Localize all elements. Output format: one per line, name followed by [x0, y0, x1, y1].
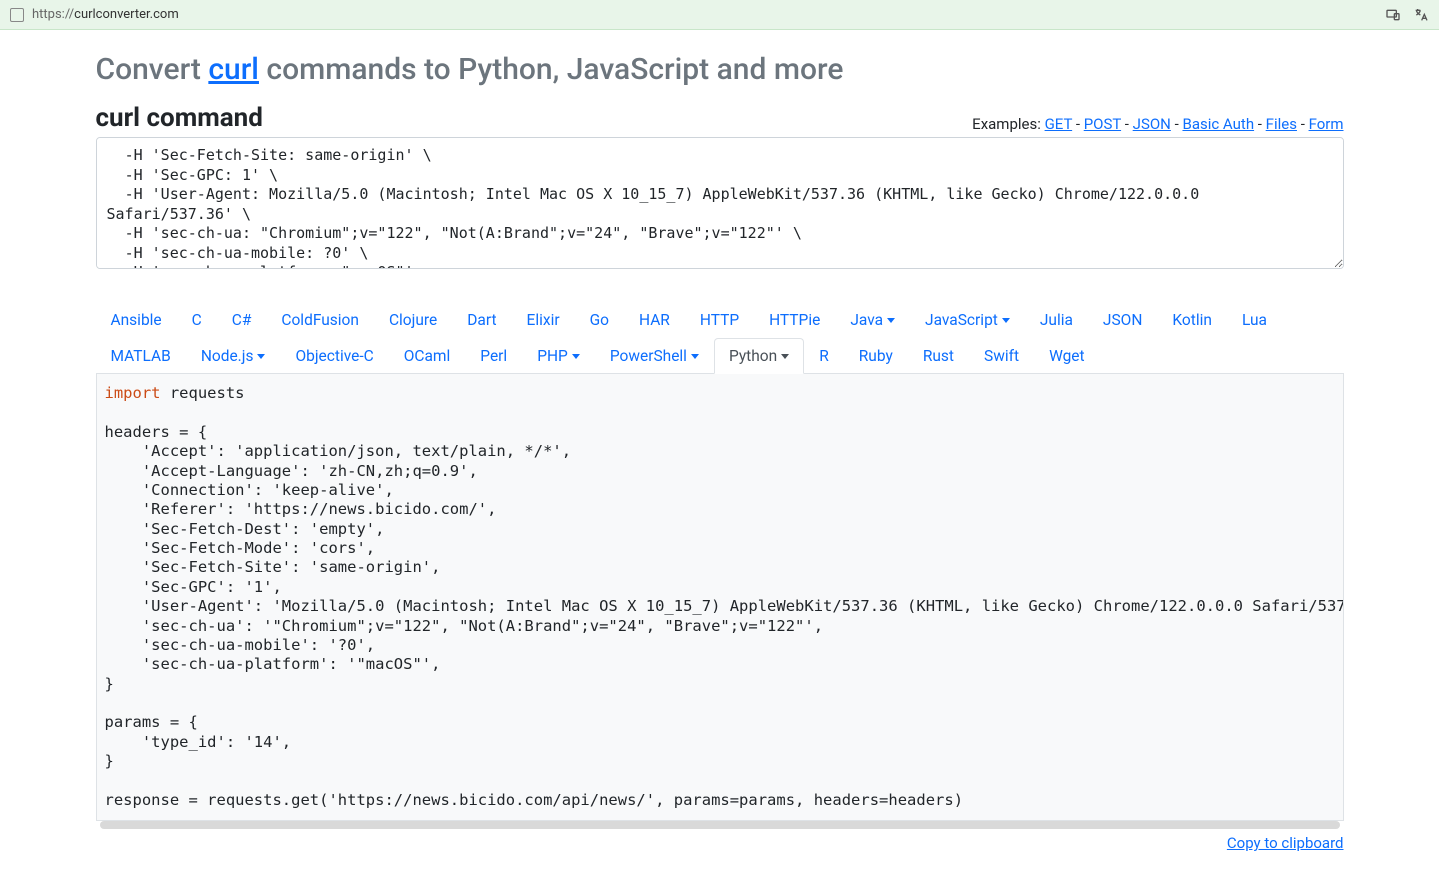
site-info-icon[interactable] [10, 8, 24, 22]
tab-node-js[interactable]: Node.js [186, 338, 281, 374]
tab-ruby[interactable]: Ruby [844, 338, 908, 374]
tab-label: ColdFusion [281, 311, 359, 329]
tab-label: HAR [639, 311, 670, 329]
tab-swift[interactable]: Swift [969, 338, 1034, 374]
copy-to-clipboard-link[interactable]: Copy to clipboard [1227, 834, 1344, 852]
chevron-down-icon [691, 354, 699, 359]
tab-label: Objective-C [295, 347, 373, 365]
url-scheme: https:// [32, 7, 74, 22]
curl-link[interactable]: curl [208, 52, 259, 87]
tab-label: Rust [923, 347, 954, 365]
examples-row: Examples: GET - POST - JSON - Basic Auth… [972, 115, 1343, 133]
example-link-basic-auth[interactable]: Basic Auth [1182, 115, 1254, 133]
curl-input[interactable] [96, 137, 1344, 269]
tab-lua[interactable]: Lua [1227, 302, 1282, 338]
tab-rust[interactable]: Rust [908, 338, 969, 374]
tab-go[interactable]: Go [575, 302, 624, 338]
title-prefix: Convert [96, 52, 209, 87]
tab-label: R [819, 347, 829, 365]
code-body: requests headers = { 'Accept': 'applicat… [105, 384, 1344, 809]
tab-perl[interactable]: Perl [465, 338, 522, 374]
tab-label: Wget [1049, 347, 1085, 365]
chevron-down-icon [1002, 318, 1010, 323]
tab-ocaml[interactable]: OCaml [389, 338, 466, 374]
example-link-files[interactable]: Files [1266, 115, 1297, 133]
browser-address-bar: https://curlconverter.com [0, 0, 1439, 30]
title-suffix: commands to Python, JavaScript and more [259, 52, 843, 87]
example-link-form[interactable]: Form [1309, 115, 1344, 133]
tab-label: Ruby [859, 347, 893, 365]
tab-label: PHP [537, 347, 568, 365]
translate-icon[interactable] [1413, 7, 1429, 23]
tab-java[interactable]: Java [835, 302, 910, 338]
tab-label: Kotlin [1172, 311, 1212, 329]
devices-icon[interactable] [1385, 7, 1401, 23]
tab-label: Julia [1040, 311, 1073, 329]
tab-har[interactable]: HAR [624, 302, 685, 338]
tab-c-[interactable]: C# [217, 302, 267, 338]
section-heading: curl command [96, 103, 263, 133]
tab-httpie[interactable]: HTTPie [754, 302, 835, 338]
tab-label: PowerShell [610, 347, 687, 365]
tab-label: Clojure [389, 311, 437, 329]
tab-label: Lua [1242, 311, 1267, 329]
tab-label: Java [850, 311, 883, 329]
chevron-down-icon [781, 354, 789, 359]
tab-c[interactable]: C [177, 302, 217, 338]
tab-label: MATLAB [111, 347, 171, 365]
tab-label: JSON [1103, 311, 1142, 329]
tab-label: OCaml [404, 347, 451, 365]
tab-label: HTTP [700, 311, 739, 329]
tab-coldfusion[interactable]: ColdFusion [266, 302, 374, 338]
tab-label: HTTPie [769, 311, 820, 329]
tab-javascript[interactable]: JavaScript [910, 302, 1025, 338]
url-host[interactable]: curlconverter.com [74, 7, 179, 22]
tab-label: C# [232, 311, 252, 329]
example-link-json[interactable]: JSON [1133, 115, 1171, 133]
chevron-down-icon [572, 354, 580, 359]
tab-clojure[interactable]: Clojure [374, 302, 452, 338]
tab-label: C [192, 311, 202, 329]
horizontal-scrollbar[interactable] [100, 821, 1340, 829]
tab-json[interactable]: JSON [1088, 302, 1157, 338]
example-link-get[interactable]: GET [1045, 115, 1073, 133]
tab-elixir[interactable]: Elixir [512, 302, 575, 338]
tab-label: JavaScript [925, 311, 998, 329]
tab-r[interactable]: R [804, 338, 844, 374]
tab-label: Ansible [111, 311, 162, 329]
page-title: Convert curl commands to Python, JavaScr… [96, 52, 1344, 87]
chevron-down-icon [887, 318, 895, 323]
tab-label: Python [729, 347, 777, 365]
tab-label: Swift [984, 347, 1019, 365]
tab-powershell[interactable]: PowerShell [595, 338, 714, 374]
tab-wget[interactable]: Wget [1034, 338, 1100, 374]
tab-matlab[interactable]: MATLAB [96, 338, 186, 374]
tab-label: Node.js [201, 347, 254, 365]
tab-dart[interactable]: Dart [452, 302, 511, 338]
example-link-post[interactable]: POST [1084, 115, 1121, 133]
language-tabs: Ansible C C# ColdFusion Clojure Dart Elixir Go H… [96, 301, 1344, 374]
tab-python[interactable]: Python [714, 338, 804, 374]
chevron-down-icon [257, 354, 265, 359]
tab-php[interactable]: PHP [522, 338, 595, 374]
examples-label: Examples: [972, 115, 1044, 133]
generated-code[interactable]: import requests headers = { 'Accept': 'a… [96, 374, 1344, 821]
code-keyword: import [105, 384, 161, 402]
tab-label: Dart [467, 311, 496, 329]
tab-julia[interactable]: Julia [1025, 302, 1088, 338]
tab-label: Elixir [527, 311, 560, 329]
tab-kotlin[interactable]: Kotlin [1157, 302, 1227, 338]
tab-objective-c[interactable]: Objective-C [280, 338, 388, 374]
tab-ansible[interactable]: Ansible [96, 302, 177, 338]
tab-label: Go [590, 311, 609, 329]
tab-label: Perl [480, 347, 507, 365]
tab-http[interactable]: HTTP [685, 302, 754, 338]
